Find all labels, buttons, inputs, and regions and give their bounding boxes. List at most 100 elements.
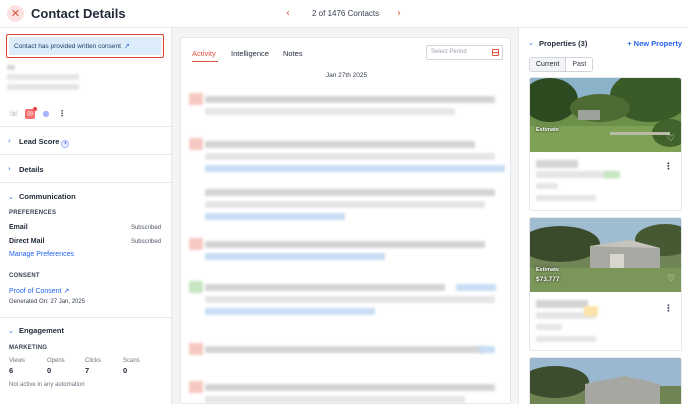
properties-title[interactable]: Properties (3) [539, 39, 587, 48]
contact-actions: ☏ ✉ ● ⋮ [9, 107, 67, 119]
activity-line [479, 346, 495, 353]
stat-label: Views [9, 358, 25, 364]
activity-line [205, 96, 495, 103]
activity-line [205, 253, 385, 260]
contact-counter: 2 of 1476 Contacts [312, 9, 380, 18]
more-icon[interactable]: ⋮ [57, 109, 67, 119]
activity-line [205, 153, 495, 160]
email-icon[interactable]: ✉ [25, 107, 37, 119]
automation-status: Not active in any automation [9, 382, 85, 388]
chevron-left-icon[interactable]: ‹ [286, 8, 290, 19]
activity-icon [189, 381, 203, 393]
activity-icon [189, 343, 203, 355]
more-icon[interactable]: ⋮ [664, 162, 673, 172]
close-icon[interactable]: ✕ [7, 5, 24, 22]
activity-line [205, 296, 495, 303]
toggle-past[interactable]: Past [566, 58, 593, 71]
period-placeholder: Select Period [431, 49, 467, 55]
activity-line [205, 284, 445, 291]
stat-clicks: Clicks 7 [85, 358, 123, 375]
communication-section: ⌄ Communication PREFERENCES Email Subscr… [0, 182, 171, 315]
chevron-down-icon[interactable]: ⌄ [528, 39, 534, 47]
consent-text: Contact has provided written consent [14, 42, 121, 50]
estimate-label: Estimate [536, 127, 559, 133]
activity-icon [189, 138, 203, 150]
external-link-icon: ↗ [63, 287, 70, 295]
phone-icon[interactable]: ☏ [9, 109, 19, 119]
redacted-address [536, 300, 588, 308]
lead-score-section[interactable]: › Lead Score + [0, 126, 171, 154]
redacted-details [536, 183, 558, 189]
tab-activity[interactable]: Activity [192, 49, 216, 58]
property-photo: Estimate $73,777 ♡ [530, 218, 681, 292]
activity-line [205, 346, 485, 353]
activity-icon [189, 93, 203, 105]
activity-line [205, 396, 465, 403]
new-property-button[interactable]: + New Property [627, 39, 682, 48]
details-section[interactable]: › Details [0, 154, 171, 182]
activity-line [205, 165, 505, 172]
activity-line [205, 308, 375, 315]
redacted-details [536, 324, 562, 330]
property-card[interactable] [529, 357, 682, 404]
heart-icon[interactable]: ♡ [667, 134, 675, 144]
redacted-info [7, 74, 79, 80]
activity-line [205, 189, 495, 196]
stat-label: Clicks [85, 358, 101, 364]
redacted-info [7, 84, 79, 90]
stat-views: Views 6 [9, 358, 47, 375]
chevron-down-icon[interactable]: ⌄ [8, 193, 14, 201]
property-photo-image [530, 358, 681, 404]
engagement-stats: Views 6 Opens 0 Clicks 7 Scans 0 [9, 358, 161, 375]
lead-score-title: Lead Score [19, 137, 60, 146]
chevron-down-icon[interactable]: ⌄ [8, 327, 14, 335]
property-card[interactable]: Estimate ♡ ⋮ [529, 77, 682, 211]
manage-preferences-link[interactable]: Manage Preferences [9, 251, 74, 258]
marketing-label: MARKETING [9, 345, 48, 351]
activity-line [205, 108, 455, 115]
header-bar: ✕ Contact Details ‹ 2 of 1476 Contacts › [0, 0, 688, 28]
heart-icon[interactable]: ♡ [667, 274, 675, 284]
stat-scans: Scans 0 [123, 358, 161, 375]
tab-intelligence[interactable]: Intelligence [231, 49, 269, 58]
activity-line [205, 384, 495, 391]
redacted-tag [584, 306, 598, 316]
property-card[interactable]: Estimate $73,777 ♡ ⋮ [529, 217, 682, 351]
activity-line [456, 284, 496, 291]
redacted-tag [604, 171, 620, 178]
activity-line [205, 241, 485, 248]
stat-value: 0 [123, 366, 128, 375]
page-title: Contact Details [31, 6, 126, 21]
stat-value: 6 [9, 366, 14, 375]
more-icon[interactable]: ⋮ [664, 304, 673, 314]
redacted-details [536, 336, 596, 342]
communication-title[interactable]: Communication [19, 192, 76, 201]
lead-score-icon: + [61, 140, 70, 148]
redacted-address [536, 160, 578, 168]
property-status-toggle: Current Past [529, 57, 594, 72]
consent-generated-date: Generated On: 27 Jan, 2025 [9, 299, 86, 305]
stat-label: Opens [47, 358, 65, 364]
pref-mail-name: Direct Mail [9, 238, 45, 245]
external-link-icon: ↗ [123, 42, 130, 50]
engagement-title[interactable]: Engagement [19, 326, 64, 335]
stat-label: Scans [123, 358, 140, 364]
proof-of-consent-link[interactable]: Proof of Consent ↗ [9, 287, 69, 295]
property-photo [530, 358, 681, 404]
toggle-current[interactable]: Current [530, 58, 567, 71]
calendar-icon[interactable] [492, 49, 499, 56]
activity-line [205, 201, 485, 208]
property-photo: Estimate ♡ [530, 78, 681, 152]
consent-label: CONSENT [9, 273, 40, 279]
chat-icon[interactable]: ● [41, 109, 51, 119]
consent-banner[interactable]: Contact has provided written consent ↗ [6, 34, 164, 58]
chevron-right-icon[interactable]: › [397, 8, 401, 19]
redacted-details [536, 195, 596, 201]
activity-date-header: Jan 27th 2025 [325, 72, 368, 79]
activity-line [205, 141, 475, 148]
stat-value: 7 [85, 366, 90, 375]
activity-line [205, 213, 345, 220]
tab-notes[interactable]: Notes [283, 49, 303, 58]
estimate-label: Estimate [536, 267, 559, 273]
select-period-input[interactable]: Select Period [426, 45, 503, 60]
